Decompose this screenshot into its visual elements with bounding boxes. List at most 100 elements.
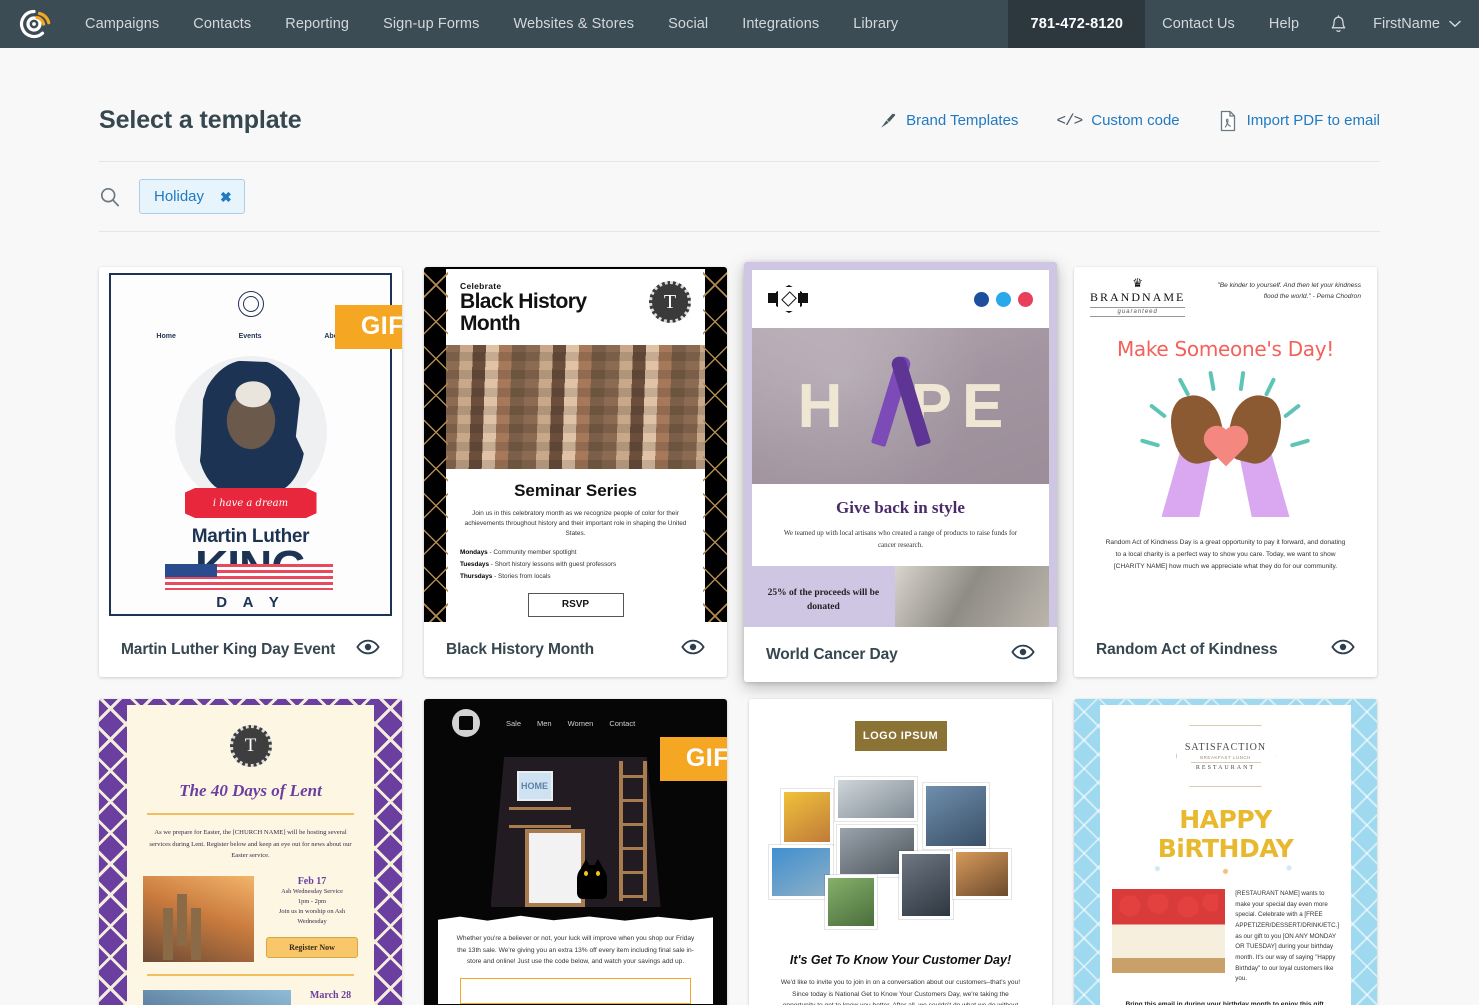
nav-item-library[interactable]: Library: [836, 0, 915, 48]
chevron-down-icon: [1449, 20, 1461, 27]
brand-templates-label: Brand Templates: [906, 112, 1019, 129]
lent-event2-date: March 28: [309, 989, 352, 1001]
lent-intro: As we prepare for Easter, the [CHURCH NA…: [149, 829, 352, 860]
nav-item-signup-forms[interactable]: Sign-up Forms: [366, 0, 496, 48]
lent-event1-title: Ash Wednesday Service: [281, 887, 343, 895]
instagram-icon: [1018, 291, 1033, 307]
nav-item-reporting[interactable]: Reporting: [268, 0, 366, 48]
template-card[interactable]: SATISFACTION BREAKFAST LUNCH RESTAURANT …: [1074, 699, 1377, 1005]
eye-preview-icon[interactable]: [1011, 644, 1035, 665]
template-grid: Home Events About i have a dream Martin …: [99, 232, 1380, 1005]
nav-item-social[interactable]: Social: [651, 0, 725, 48]
mlk-nav-home: Home: [156, 333, 176, 340]
template-thumbnail: The 40 Days of Lent As we prepare for Ea…: [99, 699, 402, 1005]
template-card-footer: Black History Month: [424, 622, 727, 677]
filter-chip-holiday[interactable]: Holiday ✖: [139, 179, 245, 214]
mlk-nav-about: About: [324, 333, 345, 340]
filter-chip-label: Holiday: [154, 188, 205, 205]
bd-badge-foot: RESTAURANT: [1195, 764, 1256, 771]
secondary-nav: 781-472-8120 Contact Us Help FirstName: [1008, 0, 1479, 48]
bhm-day-2: Tuesdays: [460, 561, 490, 569]
nav-item-help[interactable]: Help: [1252, 0, 1316, 48]
search-filter-row: Holiday ✖: [99, 162, 1380, 231]
bhm-hero-image: [446, 344, 705, 469]
nav-item-contact-us[interactable]: Contact Us: [1145, 0, 1252, 48]
notification-bell-icon[interactable]: [1316, 0, 1361, 48]
import-pdf-button[interactable]: Import PDF to email: [1218, 110, 1380, 132]
template-card-footer: Martin Luther King Day Event: [99, 622, 402, 677]
lent-heading: The 40 Days of Lent: [179, 781, 322, 800]
f13-promo-code-box: [460, 977, 691, 1004]
f13-nav-women: Women: [567, 718, 594, 728]
bd-badge-sub: BREAKFAST LUNCH: [1200, 754, 1251, 760]
twitter-icon: [996, 291, 1011, 307]
mlk-heading-sub: D A Y: [216, 593, 285, 611]
eye-preview-icon[interactable]: [1331, 639, 1355, 660]
bhm-title: Black History Month: [460, 290, 587, 335]
bhm-desc-1: - Community member spotlight: [487, 549, 577, 557]
template-card[interactable]: Celebrate Black History Month Seminar Se…: [424, 267, 727, 677]
eye-preview-icon[interactable]: [356, 639, 380, 660]
user-name-label: FirstName: [1373, 16, 1440, 32]
bhm-intro: Join us in this celebratory month as we …: [464, 509, 687, 538]
f13-frame-text: HOME: [521, 781, 548, 791]
import-pdf-label: Import PDF to email: [1246, 112, 1380, 129]
template-title: World Cancer Day: [766, 645, 898, 663]
page-header: Select a template Brand Templates </> Cu…: [99, 48, 1380, 161]
template-card[interactable]: LOGO IPSUM It's Get To Know Your Custome…: [749, 699, 1052, 1005]
social-icons: [974, 291, 1033, 307]
brand-logo-icon: [452, 709, 480, 737]
lent-register-button: Register Now: [266, 936, 358, 958]
top-navigation-bar: Campaigns Contacts Reporting Sign-up For…: [0, 0, 1479, 48]
nav-item-contacts[interactable]: Contacts: [176, 0, 268, 48]
lent-event1-desc: Join us in worship on Ash Wednesday: [278, 908, 346, 926]
bhm-section-title: Seminar Series: [514, 480, 637, 500]
bhm-rsvp-button: RSVP: [527, 592, 624, 617]
template-card[interactable]: ♛ BRANDNAME guaranteed "Be kinder to you…: [1074, 267, 1377, 677]
mlk-ribbon-text: i have a dream: [212, 497, 289, 509]
f13-body: Whether you're a believer or not, your l…: [456, 935, 695, 966]
template-thumbnail: HOPE Give back in style We teamed up wit…: [744, 262, 1057, 627]
template-thumbnail: LOGO IPSUM It's Get To Know Your Custome…: [749, 699, 1052, 1005]
template-seal-icon: [229, 725, 272, 767]
user-menu[interactable]: FirstName: [1361, 0, 1479, 48]
rak-heading: Make Someone's Day!: [1116, 337, 1335, 361]
template-seal-icon: [649, 281, 691, 323]
template-thumbnail: SATISFACTION BREAKFAST LUNCH RESTAURANT …: [1074, 699, 1377, 1005]
app-logo[interactable]: [0, 0, 68, 48]
template-title: Black History Month: [446, 640, 594, 658]
close-x-icon[interactable]: ✖: [220, 190, 232, 204]
template-title: Martin Luther King Day Event: [121, 640, 336, 658]
ladder-icon: [618, 761, 647, 901]
eye-preview-icon[interactable]: [681, 639, 705, 660]
custom-code-button[interactable]: </> Custom code: [1056, 112, 1179, 130]
lent-cross-image: [143, 875, 254, 962]
support-phone-number: 781-472-8120: [1008, 0, 1146, 48]
awareness-ribbon-icon: [880, 351, 922, 449]
bhm-day-3: Thursdays: [460, 573, 493, 581]
template-card[interactable]: HOPE Give back in style We teamed up wit…: [744, 262, 1057, 682]
nav-item-websites-stores[interactable]: Websites & Stores: [496, 0, 651, 48]
usa-flag-icon: [165, 564, 333, 590]
bd-body: [RESTAURANT NAME] wants to make your spe…: [1235, 890, 1339, 983]
heart-icon: [1207, 429, 1244, 467]
mlk-portrait-illustration: i have a dream: [174, 356, 327, 518]
f13-room-illustration: HOME: [490, 757, 661, 907]
brand-logo-icon: [768, 284, 808, 314]
template-card[interactable]: Sale Men Women Contact HOME Whether you'…: [424, 699, 727, 1005]
bd-sparkle-decoration: [1112, 863, 1339, 877]
template-card[interactable]: The 40 Days of Lent As we prepare for Ea…: [99, 699, 402, 1005]
page-container: Select a template Brand Templates </> Cu…: [0, 48, 1479, 1005]
template-card-footer: World Cancer Day: [744, 627, 1057, 682]
restaurant-badge-logo: SATISFACTION BREAKFAST LUNCH RESTAURANT: [1175, 725, 1276, 787]
search-icon[interactable]: [99, 186, 121, 208]
brand-templates-button[interactable]: Brand Templates: [879, 112, 1018, 130]
lent-event1-time: 1pm - 2pm: [297, 897, 327, 905]
f13-nav-contact: Contact: [609, 718, 636, 728]
nav-item-integrations[interactable]: Integrations: [725, 0, 836, 48]
rak-hands-heart-illustration: [1090, 370, 1361, 523]
template-card[interactable]: Home Events About i have a dream Martin …: [99, 267, 402, 677]
nav-item-campaigns[interactable]: Campaigns: [68, 0, 176, 48]
template-seal-icon: [237, 291, 264, 317]
